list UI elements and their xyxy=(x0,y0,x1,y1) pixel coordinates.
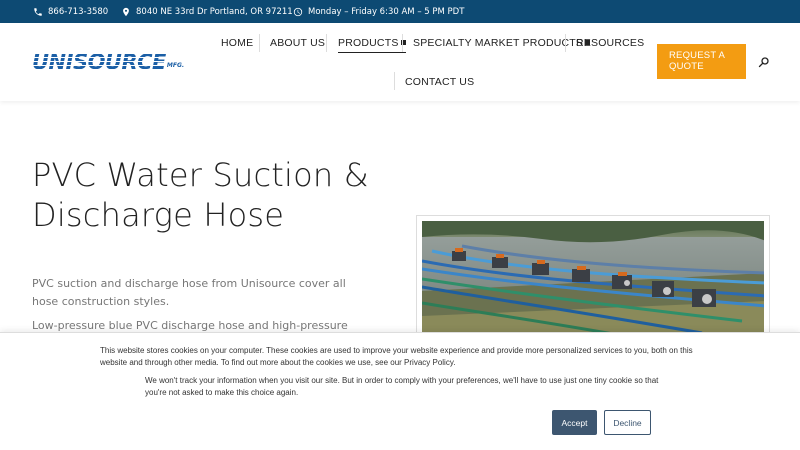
nav-divider xyxy=(402,34,403,52)
address-text: 8040 NE 33rd Dr Portland, OR 97211 xyxy=(136,6,293,17)
logo-wordmark: UNISOURCE xyxy=(32,50,166,74)
cookie-notice-text: This website stores cookies on your comp… xyxy=(100,346,693,367)
intro-paragraph: PVC suction and discharge hose from Unis… xyxy=(32,277,346,308)
nav-products-label: PRODUCTS xyxy=(338,37,399,49)
accept-button[interactable]: Accept xyxy=(552,410,597,435)
hose-pumps-image xyxy=(422,221,764,339)
hours-info: Monday – Friday 6:30 AM – 5 PM PDT xyxy=(293,0,464,23)
nav-home[interactable]: HOME xyxy=(221,37,253,49)
cookie-consent-banner: This website stores cookies on your comp… xyxy=(0,332,800,450)
nav-divider xyxy=(259,34,260,52)
nav-products[interactable]: PRODUCTS xyxy=(338,37,406,53)
phone-info[interactable]: 866-713-3580 xyxy=(33,0,108,23)
clock-icon xyxy=(293,7,303,16)
nav-resources[interactable]: RESOURCES xyxy=(576,37,644,49)
phone-number[interactable]: 866-713-3580 xyxy=(48,7,108,17)
nav-divider xyxy=(394,72,395,90)
product-photo xyxy=(416,215,770,345)
map-pin-icon xyxy=(123,7,129,16)
nav-divider xyxy=(565,34,566,52)
nav-specialty-label: SPECIALTY MARKET PRODUCTS xyxy=(413,37,584,49)
top-info-bar: 866-713-3580 8040 NE 33rd Dr Portland, O… xyxy=(0,0,800,23)
address-info: 8040 NE 33rd Dr Portland, OR 97211 xyxy=(121,0,293,23)
logo[interactable]: UNISOURCE MFG. xyxy=(32,50,184,74)
search-icon[interactable] xyxy=(758,56,770,68)
nav-divider xyxy=(326,34,327,52)
nav-specialty-market-products[interactable]: SPECIALTY MARKET PRODUCTS xyxy=(413,37,591,49)
nav-contact-us[interactable]: CONTACT US xyxy=(405,76,474,88)
request-quote-button[interactable]: REQUEST A QUOTE xyxy=(657,44,746,79)
hours-text: Monday – Friday 6:30 AM – 5 PM PDT xyxy=(308,6,465,17)
phone-icon xyxy=(34,7,42,16)
logo-subtext: MFG. xyxy=(166,62,185,69)
nav-about-us[interactable]: ABOUT US xyxy=(270,37,325,49)
cookie-tracking-text: We won't track your information when you… xyxy=(145,376,659,397)
decline-button[interactable]: Decline xyxy=(604,410,651,435)
page-title: PVC Water Suction & Discharge Hose xyxy=(32,156,369,234)
